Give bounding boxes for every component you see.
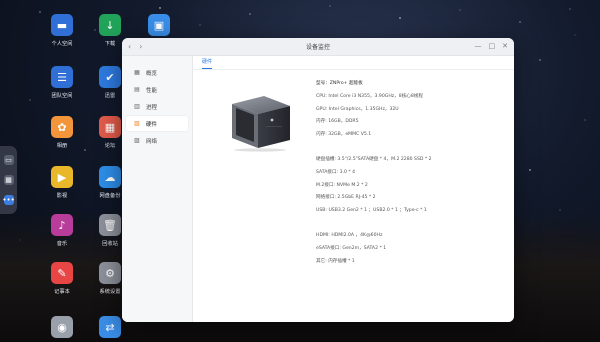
desktop-icon-personal-space[interactable]: ▬ 个人空间: [40, 14, 84, 47]
spec-model: 型号：ZNPro+ 超能板: [316, 81, 363, 86]
back-icon[interactable]: ‹: [128, 42, 131, 51]
sidebar-item-1[interactable]: ▤ 性能: [126, 82, 188, 97]
spec-usb: USB: USB3.2 Gen2 * 1 ；USB2.0 * 1 ；Type-c…: [316, 208, 427, 214]
title-bar: ‹ › 设备监控 — □ ✕: [122, 38, 514, 56]
desktop-icon-label: 影视: [56, 193, 68, 199]
personal-space-icon: ▬: [51, 14, 73, 36]
sidebar-item-0[interactable]: ▦ 概览: [126, 65, 188, 80]
spec-esata: eSATA接口: Gen2m，SATA2 * 1: [316, 245, 387, 251]
desktop-icon-photos[interactable]: ✿ 相册: [40, 116, 84, 149]
desktop-icon-notes[interactable]: ✎ 记事本: [40, 262, 84, 295]
nas-device-image: [232, 96, 290, 152]
cloud-drive-icon: ☁: [99, 166, 121, 188]
more-icon[interactable]: •••: [2, 195, 15, 205]
left-dock: ▭ ▦ •••: [0, 146, 17, 214]
desktop-icon-label: 个人空间: [51, 41, 73, 47]
app-multi-icon: ▦: [99, 116, 121, 138]
spec-hdmi: HDMI: HDMI2.0A ，4K@60Hz: [316, 232, 383, 238]
spec-disk-slots: 硬盘插槽: 3.5"/2.5"SATA硬盘 * 4，M.2 2280 SSD *…: [316, 156, 432, 162]
app-gray-icon: ◉: [51, 316, 73, 338]
desktop-icon-team-space[interactable]: ☰ 团队空间: [40, 66, 84, 99]
grid-icon[interactable]: ▦: [3, 175, 14, 185]
maximize-icon[interactable]: □: [489, 42, 496, 50]
desktop-icon-app-gray[interactable]: ◉: [40, 316, 84, 338]
desktop-icon-label: 音乐: [56, 241, 68, 247]
sidebar-item-4[interactable]: ▨ 网络: [126, 133, 188, 148]
hardware-panel: 硬件 型号：ZNPro+ 超能板 CPU: Intel Core i3 N355…: [194, 56, 514, 322]
recycle-bin-icon: 🗑: [99, 214, 121, 236]
sidebar-item-label: 概览: [146, 70, 158, 77]
photos-icon: ✿: [51, 116, 73, 138]
sidebar-item-icon: ▧: [134, 120, 140, 127]
sidebar-item-3[interactable]: ▧ 硬件: [126, 116, 188, 131]
sidebar-item-2[interactable]: ▥ 进程: [126, 99, 188, 114]
desktop-icon-label: 记事本: [54, 289, 70, 295]
desktop-icon-label: 相册: [56, 143, 68, 149]
system-settings-icon: ⚙: [99, 262, 121, 284]
download-icon: ↓: [99, 14, 121, 36]
app-v-icon: ✔: [99, 66, 121, 88]
sidebar-item-icon: ▥: [134, 103, 140, 110]
sidebar-item-icon: ▨: [134, 137, 140, 144]
monitor-icon[interactable]: ▭: [3, 155, 14, 165]
sidebar-item-label: 性能: [146, 87, 158, 94]
app-transfer-icon: ⇄: [99, 316, 121, 338]
device-monitor-window: ‹ › 设备监控 — □ ✕ ▦ 概览 ▤ 性能 ▥ 进程 ▧ 硬件 ▨ 网络 硬件: [122, 38, 514, 322]
desktop-icon-app-blue[interactable]: ▣: [137, 14, 181, 36]
spec-sata: SATA接口: 3.0 * 4: [316, 169, 356, 175]
team-space-icon: ☰: [51, 66, 73, 88]
forward-icon[interactable]: ›: [139, 42, 142, 51]
sidebar-item-icon: ▦: [134, 69, 140, 76]
spec-flash: 闪存: 32GB，eMMC V5.1: [316, 132, 372, 138]
spec-cpu: CPU: Intel Core i3 N355，3.90GHz，8核心8线程: [316, 93, 423, 99]
sidebar: ▦ 概览 ▤ 性能 ▥ 进程 ▧ 硬件 ▨ 网络: [122, 56, 193, 322]
desktop-icon-movies[interactable]: ▶ 影视: [40, 166, 84, 199]
tab-bar: 硬件: [194, 56, 514, 70]
spec-other: 其它: 内存插槽 * 1: [316, 258, 355, 264]
notes-icon: ✎: [51, 262, 73, 284]
sidebar-item-label: 进程: [146, 104, 158, 111]
desktop-icon-music[interactable]: ♪ 音乐: [40, 214, 84, 247]
window-title: 设备监控: [305, 44, 330, 51]
music-icon: ♪: [51, 214, 73, 236]
sidebar-item-icon: ▤: [134, 86, 140, 93]
movies-icon: ▶: [51, 166, 73, 188]
sidebar-item-label: 网络: [146, 138, 158, 145]
tab-hardware[interactable]: 硬件: [202, 58, 213, 69]
minimize-icon[interactable]: —: [475, 42, 482, 50]
app-blue-icon: ▣: [148, 14, 170, 36]
close-icon[interactable]: ✕: [502, 42, 508, 50]
desktop-icon-label: 团队空间: [51, 93, 73, 99]
spec-list: 型号：ZNPro+ 超能板 CPU: Intel Core i3 N355，3.…: [316, 81, 432, 272]
sidebar-item-label: 硬件: [146, 121, 158, 128]
